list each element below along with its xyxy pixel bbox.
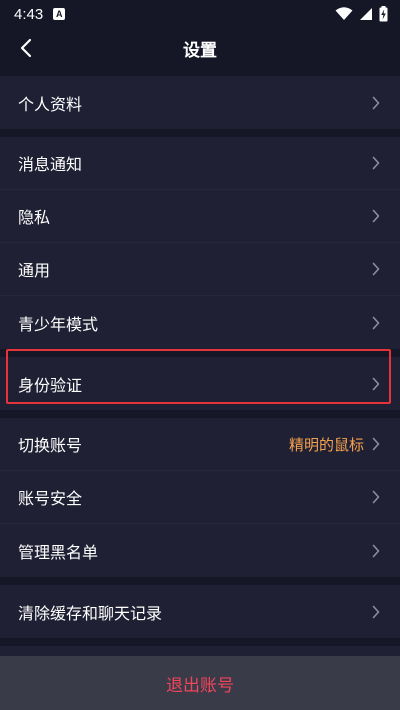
group-gap: [0, 410, 400, 418]
group-gap: [0, 349, 400, 357]
row-label: 消息通知: [18, 155, 83, 174]
chevron-right-icon: [372, 544, 380, 557]
row-profile[interactable]: 个人资料: [0, 76, 400, 129]
chevron-right-icon: [372, 262, 380, 276]
group-profile: 个人资料: [0, 76, 400, 129]
status-time: 4:43: [14, 5, 44, 23]
row-label: 青少年模式: [18, 314, 99, 334]
chevron-left-icon: [20, 38, 32, 58]
chevron-right-icon: [372, 437, 380, 451]
row-account-security[interactable]: 账号安全: [0, 471, 400, 524]
group-gap: [0, 129, 400, 137]
row-teen-mode[interactable]: 青少年模式: [0, 296, 400, 349]
row-label: 隐私: [18, 208, 51, 227]
row-label: 账号安全: [18, 489, 83, 508]
signal-icon: [360, 8, 372, 20]
row-identity-verification[interactable]: 身份验证: [0, 357, 400, 410]
back-button[interactable]: [10, 32, 42, 64]
row-label: 通用: [18, 261, 51, 280]
group-gap: [0, 638, 400, 646]
row-label: 个人资料: [18, 94, 83, 114]
row-general[interactable]: 通用: [0, 243, 400, 296]
logout-button[interactable]: 退出账号: [0, 656, 400, 710]
row-label: 清除缓存和聊天记录: [18, 603, 163, 623]
row-clear-cache[interactable]: 清除缓存和聊天记录: [0, 585, 400, 638]
settings-list: 个人资料 消息通知 隐私 通用 青少年模式 身份验证 切换账号 精明的鼠标 账号…: [0, 68, 400, 706]
row-privacy[interactable]: 隐私: [0, 190, 400, 243]
chevron-right-icon: [372, 156, 380, 170]
header: 设置: [0, 28, 400, 68]
current-account-name: 精明的鼠标: [288, 435, 364, 454]
row-blacklist[interactable]: 管理黑名单: [0, 524, 400, 577]
chevron-right-icon: [372, 316, 380, 329]
chevron-right-icon: [372, 605, 380, 618]
group-verification: 身份验证: [0, 357, 400, 410]
wifi-icon: [335, 7, 353, 20]
group-account: 切换账号 精明的鼠标 账号安全 管理黑名单: [0, 418, 400, 577]
row-label: 管理黑名单: [18, 542, 99, 562]
battery-charging-icon: [379, 6, 388, 22]
status-bar: 4:43 A: [0, 0, 400, 28]
page-title: 设置: [183, 40, 217, 61]
settings-screen: 4:43 A 设置 个人资料 消息通知 隐私 通用 青少年模式 身份验证 切换账…: [0, 0, 400, 710]
logout-label: 退出账号: [166, 675, 234, 696]
chevron-right-icon: [372, 96, 380, 109]
status-icons: [335, 6, 388, 22]
notification-icon: A: [53, 8, 66, 20]
row-switch-account[interactable]: 切换账号 精明的鼠标: [0, 418, 400, 471]
group-gap: [0, 68, 400, 76]
row-label: 切换账号: [18, 436, 83, 455]
chevron-right-icon: [372, 209, 380, 223]
chevron-right-icon: [372, 377, 380, 390]
group-gap: [0, 577, 400, 585]
group-storage: 清除缓存和聊天记录: [0, 585, 400, 638]
row-label: 身份验证: [18, 375, 83, 395]
group-general: 消息通知 隐私 通用 青少年模式: [0, 137, 400, 349]
chevron-right-icon: [372, 490, 380, 504]
row-notifications[interactable]: 消息通知: [0, 137, 400, 190]
